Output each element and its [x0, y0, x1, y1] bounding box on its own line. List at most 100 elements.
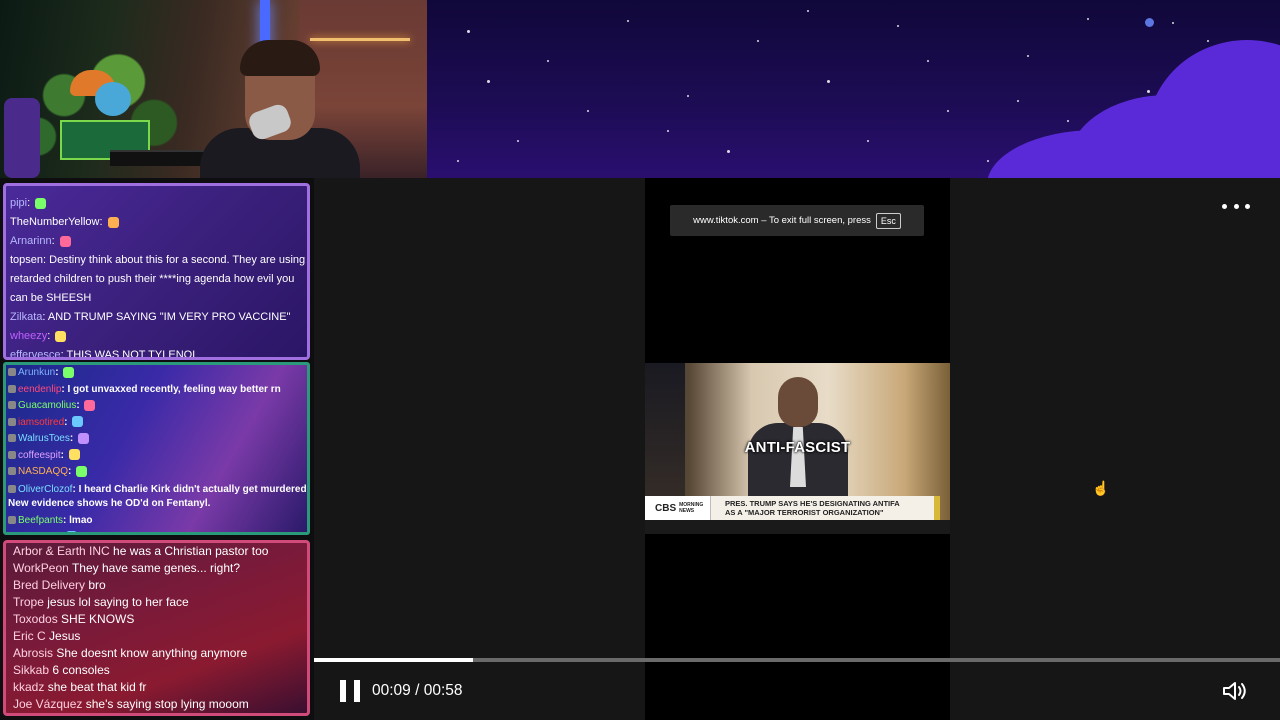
emote-icon: [35, 197, 47, 209]
chat-panel-top: pipi: TheNumberYellow: Arnarinn: topsen:…: [3, 183, 310, 360]
chat-username[interactable]: Guacamolius: [18, 400, 76, 411]
chat-text: jesus lol saying to her face: [47, 595, 189, 609]
chat-message: TheNumberYellow:: [10, 213, 303, 232]
chat-panel-middle: Arunkun: eendenlip: I got unvaxxed recen…: [3, 362, 310, 535]
emote-icon: [68, 449, 80, 461]
chat-message: Dsonson:: [8, 529, 305, 532]
chat-username[interactable]: Bred Delivery: [13, 578, 85, 592]
star: [947, 110, 949, 112]
star: [467, 30, 470, 33]
user-badge-icon: [8, 434, 16, 443]
more-options-icon[interactable]: [1222, 198, 1250, 214]
star: [987, 160, 989, 162]
fullscreen-toast: www.tiktok.com – To exit full screen, pr…: [670, 205, 924, 236]
chat-message: WalrusToes:: [8, 431, 305, 448]
chat-username[interactable]: NASDAQQ: [18, 466, 68, 477]
pause-icon[interactable]: [340, 680, 360, 702]
chat-message: Joe Vázquez she's saying stop lying mooo…: [13, 696, 300, 713]
chat-text: bro: [88, 578, 106, 592]
chat-username[interactable]: coffeespit: [18, 450, 61, 461]
star: [1172, 22, 1174, 24]
chat-username[interactable]: Joe Vázquez: [13, 697, 82, 711]
star: [687, 95, 689, 97]
star: [547, 60, 549, 62]
chat-username[interactable]: topsen: [10, 254, 43, 266]
chat-message: topsen: Destiny think about this for a s…: [10, 254, 306, 304]
emote-icon: [76, 465, 88, 477]
chat-username[interactable]: Dsonson: [18, 531, 57, 532]
fullscreen-toast-text: www.tiktok.com – To exit full screen, pr…: [693, 215, 871, 226]
chat-message: iamsotired:: [8, 415, 305, 432]
chat-username[interactable]: Beefpants: [18, 515, 63, 526]
user-badge-icon: [8, 450, 16, 459]
star: [1027, 55, 1029, 57]
chat-username[interactable]: WalrusToes: [18, 433, 70, 444]
blue-figurine: [95, 82, 131, 116]
chat-username[interactable]: pipi: [10, 197, 27, 209]
chat-username[interactable]: Trope: [13, 595, 44, 609]
blue-planet: [1145, 18, 1154, 27]
chat-message: Arnarinn:: [10, 232, 303, 251]
chat-username[interactable]: Eric C: [13, 629, 46, 643]
video-frame: ANTI-FASCIST CBS MORNING NEWS PRES. TRUM…: [645, 363, 950, 534]
chat-username[interactable]: WorkPeon: [13, 561, 69, 575]
star: [807, 10, 809, 12]
chat-message: Abrosis She doesnt know anything anymore: [13, 645, 300, 662]
chat-message: eendenlip: I got unvaxxed recently, feel…: [8, 382, 305, 399]
chat-username[interactable]: Toxodos: [13, 612, 58, 626]
chat-username[interactable]: OliverClozof: [18, 484, 72, 495]
emote-icon: [72, 416, 84, 428]
emote-icon: [77, 432, 89, 444]
chat-username[interactable]: Arbor & Earth INC: [13, 544, 110, 558]
star: [727, 150, 730, 153]
star: [487, 80, 490, 83]
chat-message: Arbor & Earth INC he was a Christian pas…: [13, 543, 300, 560]
user-badge-icon: [8, 515, 16, 524]
chat-message: NASDAQQ:: [8, 464, 305, 481]
user-badge-icon: [8, 467, 16, 476]
volume-icon[interactable]: [1222, 680, 1250, 702]
anchor-head: [778, 377, 818, 427]
star: [667, 130, 669, 132]
user-badge-icon: [8, 484, 16, 493]
video-player[interactable]: www.tiktok.com – To exit full screen, pr…: [314, 178, 1280, 720]
chat-message: Bred Delivery bro: [13, 577, 300, 594]
chat-username[interactable]: TheNumberYellow: [10, 216, 99, 228]
chat-text: she's saying stop lying mooom: [85, 697, 249, 711]
emote-icon: [63, 366, 75, 378]
chat-username[interactable]: effervesce: [10, 349, 61, 357]
user-badge-icon: [8, 368, 16, 377]
headline-line-2: AS A "MAJOR TERRORIST ORGANIZATION": [725, 508, 884, 517]
progress-bar[interactable]: [314, 658, 1280, 662]
chat-username[interactable]: Sikkab: [13, 663, 49, 677]
chat-username[interactable]: iamsotired: [18, 417, 64, 428]
chat-username[interactable]: Arnarinn: [10, 235, 52, 247]
chat-text: AND TRUMP SAYING "IM VERY PRO VACCINE": [47, 311, 291, 323]
chat-message: Guacamolius:: [8, 398, 305, 415]
chat-message: Zilkata: AND TRUMP SAYING "IM VERY PRO V…: [10, 311, 291, 323]
emote-icon: [59, 235, 71, 247]
chat-username[interactable]: kkadz: [13, 680, 44, 694]
chat-message: coffeespit:: [8, 448, 305, 465]
chat-message: Sikkab 6 consoles: [13, 662, 300, 679]
star: [827, 80, 830, 83]
chat-username[interactable]: Abrosis: [13, 646, 53, 660]
chat-message: Arunkun:: [8, 365, 305, 382]
chat-username[interactable]: eendenlip: [18, 384, 61, 395]
chat-text: She doesnt know anything anymore: [56, 646, 248, 660]
hand-cursor-icon: ☝: [1092, 480, 1110, 496]
esc-key-label: Esc: [875, 212, 901, 229]
headline-line-1: PRES. TRUMP SAYS HE'S DESIGNATING ANTIFA: [725, 499, 900, 508]
streamer-hair: [240, 40, 320, 76]
star: [1017, 100, 1019, 102]
star: [587, 110, 589, 112]
chat-username[interactable]: Arunkun: [18, 367, 55, 378]
time-separator: /: [415, 682, 420, 699]
network-logo: CBS MORNING NEWS: [645, 496, 711, 520]
chat-text: I got unvaxxed recently, feeling way bet…: [67, 383, 281, 395]
star: [1067, 120, 1069, 122]
chat-username[interactable]: wheezy: [10, 330, 47, 342]
chat-text: Destiny think about this for a second. T…: [10, 254, 306, 304]
chat-username[interactable]: Zilkata: [10, 311, 42, 323]
lower-third: CBS MORNING NEWS PRES. TRUMP SAYS HE'S D…: [645, 496, 940, 520]
